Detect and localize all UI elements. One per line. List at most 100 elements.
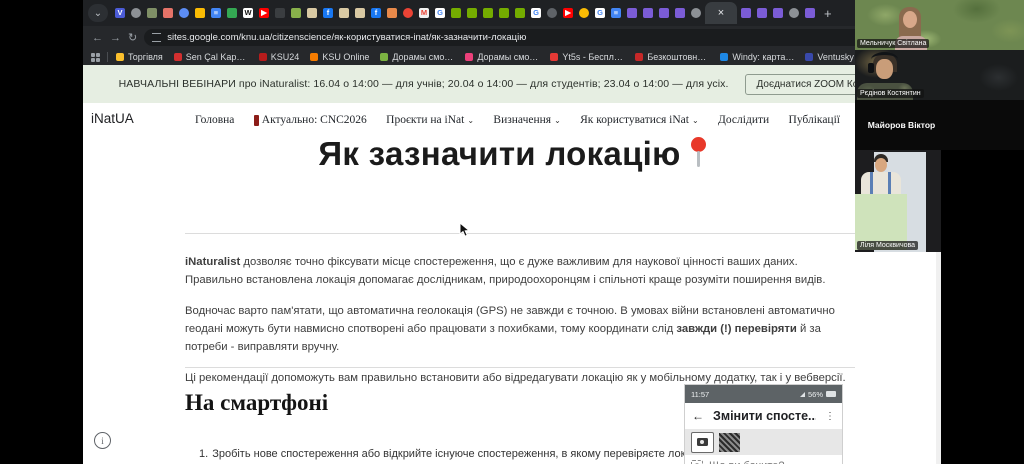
- browser-tab[interactable]: V: [112, 2, 128, 24]
- browser-tab[interactable]: ≡: [208, 2, 224, 24]
- browser-tab[interactable]: [738, 2, 754, 24]
- tab-favicon: [757, 8, 767, 18]
- browser-tab[interactable]: [688, 2, 704, 24]
- browser-tab[interactable]: [176, 2, 192, 24]
- browser-tab[interactable]: [400, 2, 416, 24]
- bookmark-item[interactable]: KSU24: [259, 52, 300, 62]
- paragraph: iNaturalist дозволяє точно фіксувати міс…: [185, 253, 857, 289]
- accent-marker-icon: [254, 115, 259, 126]
- forward-icon[interactable]: →: [110, 32, 121, 44]
- browser-tab[interactable]: [786, 2, 802, 24]
- browser-tab[interactable]: [496, 2, 512, 24]
- chevron-down-icon[interactable]: ⌄: [88, 4, 108, 22]
- nav-item[interactable]: Проєкти на iNat ⌄: [386, 114, 474, 126]
- browser-tab[interactable]: G: [432, 2, 448, 24]
- nav-item[interactable]: Публікації: [789, 114, 840, 126]
- browser-tab[interactable]: [128, 2, 144, 24]
- browser-tab[interactable]: [336, 2, 352, 24]
- browser-tab[interactable]: [544, 2, 560, 24]
- bookmark-item[interactable]: Безкоштовний онл...: [635, 52, 709, 62]
- browser-tab[interactable]: [624, 2, 640, 24]
- browser-tab[interactable]: [352, 2, 368, 24]
- reload-icon[interactable]: ↻: [128, 31, 137, 44]
- browser-tab[interactable]: ≡: [608, 2, 624, 24]
- tab-favicon: ≡: [211, 8, 221, 18]
- browser-tab[interactable]: [576, 2, 592, 24]
- browser-tab[interactable]: ▶: [560, 2, 576, 24]
- nav-item-label: Актуально: CNC2026: [262, 114, 367, 126]
- browser-tab[interactable]: [144, 2, 160, 24]
- browser-tab[interactable]: [272, 2, 288, 24]
- browser-tab[interactable]: f: [368, 2, 384, 24]
- browser-tab[interactable]: ▶: [256, 2, 272, 24]
- tab-favicon: [579, 8, 589, 18]
- new-tab-icon[interactable]: +: [824, 6, 832, 21]
- browser-tab[interactable]: [192, 2, 208, 24]
- close-icon[interactable]: ×: [718, 8, 724, 18]
- participant-video-1[interactable]: Мельничук Світлана: [855, 0, 1024, 50]
- tab-favicon: [179, 8, 189, 18]
- browser-tab[interactable]: M: [416, 2, 432, 24]
- url-text[interactable]: sites.google.com/knu.ua/citizenscience/я…: [167, 32, 853, 43]
- browser-tab[interactable]: [384, 2, 400, 24]
- browser-tab[interactable]: [640, 2, 656, 24]
- browser-tab[interactable]: [160, 2, 176, 24]
- bookmark-item[interactable]: Дорамы смотреть...: [465, 52, 539, 62]
- tab-favicon: [627, 8, 637, 18]
- apps-grid-icon[interactable]: [91, 53, 100, 62]
- bold-text: завжди (!) перевіряти: [676, 323, 796, 335]
- bookmark-item[interactable]: Windy: карта ветра...: [720, 52, 794, 62]
- bookmark-item[interactable]: Торгівля: [116, 52, 163, 62]
- tab-favicon: [483, 8, 493, 18]
- back-arrow-icon[interactable]: ←: [692, 409, 704, 423]
- browser-tab[interactable]: [802, 2, 818, 24]
- participant-video-3[interactable]: Майоров Віктор: [855, 100, 1024, 150]
- page-title: Як зазначити локацію: [318, 135, 680, 173]
- nav-item[interactable]: Актуально: CNC2026: [254, 114, 367, 126]
- browser-tab[interactable]: [480, 2, 496, 24]
- photo-thumbnail[interactable]: [719, 433, 740, 452]
- browser-tab[interactable]: [224, 2, 240, 24]
- bookmark-label: KSU Online: [322, 52, 369, 62]
- nav-item[interactable]: Головна: [195, 114, 234, 126]
- address-bar[interactable]: sites.google.com/knu.ua/citizenscience/я…: [144, 29, 876, 46]
- back-icon[interactable]: ←: [92, 32, 103, 44]
- tab-favicon: ▶: [259, 8, 269, 18]
- nav-item-label: Як користуватися iNat: [580, 114, 689, 126]
- browser-tab[interactable]: [656, 2, 672, 24]
- bookmark-label: Windy: карта ветра...: [732, 52, 794, 62]
- participant-name: Мельничук Світлана: [857, 39, 929, 48]
- help-icon: ?: [691, 460, 703, 464]
- browser-tab[interactable]: [464, 2, 480, 24]
- browser-tab[interactable]: [770, 2, 786, 24]
- browser-tab[interactable]: [672, 2, 688, 24]
- browser-tab[interactable]: G: [592, 2, 608, 24]
- nav-item[interactable]: Визначення ⌄: [493, 114, 560, 126]
- nav-item[interactable]: Як користуватися iNat ⌄: [580, 114, 699, 126]
- active-tab[interactable]: ×: [705, 2, 737, 24]
- battery-icon: [826, 391, 836, 398]
- site-info-icon[interactable]: [152, 33, 161, 42]
- participant-video-4[interactable]: Ліля Москвичова: [855, 150, 941, 252]
- bookmark-favicon: [116, 53, 124, 61]
- browser-tab[interactable]: W: [240, 2, 256, 24]
- browser-tab[interactable]: [754, 2, 770, 24]
- tab-favicon: [691, 8, 701, 18]
- browser-tab[interactable]: [288, 2, 304, 24]
- browser-tab[interactable]: [304, 2, 320, 24]
- site-brand[interactable]: iNatUA: [91, 111, 134, 126]
- species-prompt-row[interactable]: ? Що ви бачите?: [685, 455, 842, 464]
- participant-video-2[interactable]: Рєдінов Костянтин: [855, 50, 1024, 100]
- browser-tab[interactable]: G: [528, 2, 544, 24]
- info-icon[interactable]: i: [94, 432, 111, 449]
- bookmark-item[interactable]: Sen Çal Kapımı Dizis...: [174, 52, 248, 62]
- bookmark-item[interactable]: Дорамы смотреть...: [380, 52, 454, 62]
- camera-button[interactable]: [691, 432, 714, 453]
- browser-tab[interactable]: f: [320, 2, 336, 24]
- browser-tab[interactable]: [512, 2, 528, 24]
- browser-tab[interactable]: [448, 2, 464, 24]
- nav-item[interactable]: Дослідити: [718, 114, 769, 126]
- overflow-menu-icon[interactable]: ⋮: [825, 411, 835, 422]
- bookmark-item[interactable]: Yt5s - Бесплатный...: [550, 52, 624, 62]
- bookmark-item[interactable]: KSU Online: [310, 52, 369, 62]
